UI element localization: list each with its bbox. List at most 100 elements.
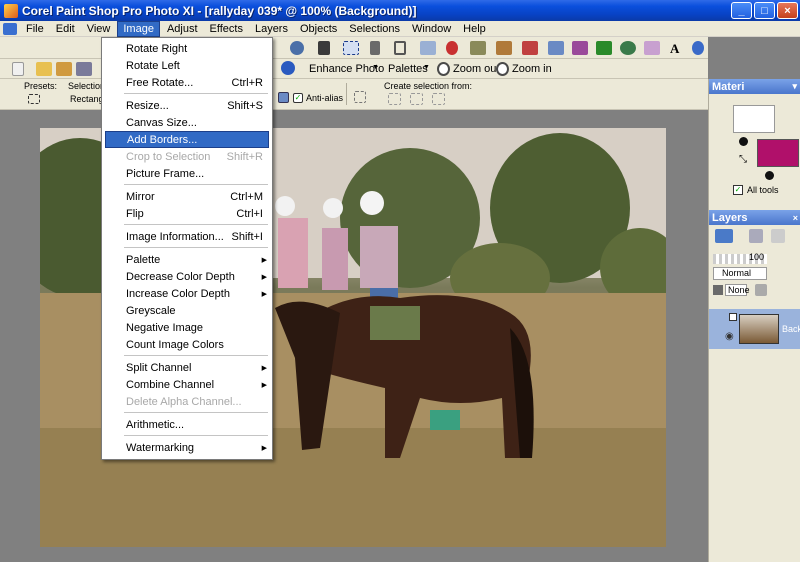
image-menu-item-rotate-right[interactable]: Rotate Right [105, 40, 269, 57]
menu-image[interactable]: Image [117, 20, 160, 37]
image-menu-item-arithmetic[interactable]: Arithmetic... [105, 416, 269, 433]
menu-edit[interactable]: Edit [51, 22, 80, 36]
crop-tool-icon[interactable] [394, 41, 406, 55]
image-menu-item-delete-alpha-channel[interactable]: Delete Alpha Channel... [105, 393, 269, 410]
layer-row-background[interactable]: ◉ Backg [709, 309, 800, 349]
image-menu-item-increase-color-depth[interactable]: Increase Color Depth ▶ [105, 285, 269, 302]
selection-tool-icon[interactable] [343, 41, 359, 55]
image-menu-item-picture-frame[interactable]: Picture Frame... [105, 165, 269, 182]
replacer-tool-icon[interactable] [596, 41, 612, 55]
zoom-out-icon[interactable] [437, 62, 450, 76]
maximize-button[interactable]: □ [754, 2, 775, 19]
chevron-down-icon[interactable] [278, 92, 289, 103]
save-icon[interactable] [76, 62, 92, 76]
brush-tool-icon[interactable] [496, 41, 512, 55]
pan-tool-icon[interactable] [290, 41, 304, 55]
menu-selections[interactable]: Selections [344, 22, 405, 36]
eye-icon[interactable]: ◉ [725, 331, 734, 342]
from-vector-icon[interactable] [388, 93, 401, 105]
menu-window[interactable]: Window [407, 22, 456, 36]
panel-menu-icon[interactable]: ▾ [792, 81, 797, 92]
zoom-in-button[interactable]: Zoom in [512, 63, 552, 75]
image-menu-item-free-rotate[interactable]: Free Rotate... Ctrl+R [105, 74, 269, 91]
minimize-button[interactable]: _ [731, 2, 752, 19]
menu-view[interactable]: View [82, 22, 116, 36]
eraser-tool-icon[interactable] [644, 41, 660, 55]
image-menu-item-add-borders[interactable]: Add Borders... [105, 131, 269, 148]
app-icon[interactable] [4, 3, 18, 18]
toolbar-divider [346, 83, 347, 105]
fill-tool-icon[interactable] [620, 41, 636, 55]
presets-dropdown[interactable] [28, 94, 40, 104]
from-mask-icon[interactable] [410, 93, 423, 105]
blend-mode-select[interactable]: Normal [713, 267, 767, 280]
image-menu-item-combine-channel[interactable]: Combine Channel ▶ [105, 376, 269, 393]
color-mode-icon[interactable] [739, 137, 748, 146]
layer-props-icon[interactable] [749, 229, 763, 243]
menu-help[interactable]: Help [458, 22, 491, 36]
new-layer-icon[interactable] [715, 229, 733, 243]
swap-colors-icon[interactable]: ⤡ [739, 154, 747, 165]
lighten-darken-icon[interactable] [572, 41, 588, 55]
image-menu-item-resize[interactable]: Resize... Shift+S [105, 97, 269, 114]
straighten-tool-icon[interactable] [420, 41, 436, 55]
zoom-out-button[interactable]: Zoom out [453, 63, 499, 75]
open-file-icon[interactable] [36, 62, 52, 76]
lock-icon[interactable] [755, 284, 767, 296]
image-menu-item-rotate-left[interactable]: Rotate Left [105, 57, 269, 74]
image-menu-item-negative-image[interactable]: Negative Image [105, 319, 269, 336]
palettes-button[interactable]: Palettes [388, 63, 428, 75]
image-menu-item-decrease-color-depth[interactable]: Decrease Color Depth ▶ [105, 268, 269, 285]
image-menu: Rotate Right Rotate Left Free Rotate... Ctr… [101, 37, 273, 460]
makeover-tool-icon[interactable] [470, 41, 486, 55]
opacity-value[interactable]: 100 [749, 252, 764, 262]
layer-thumbnail [739, 314, 779, 344]
info-icon[interactable] [281, 61, 295, 75]
image-menu-item-mirror[interactable]: Mirror Ctrl+M [105, 188, 269, 205]
menu-item-label: Resize... [126, 99, 169, 112]
background-swatch[interactable] [757, 139, 799, 167]
menu-item-label: Arithmetic... [126, 418, 185, 431]
dropper-tool-icon[interactable] [370, 41, 380, 55]
eyedropper-icon [713, 285, 723, 295]
from-layer-icon[interactable] [432, 93, 445, 105]
menu-adjust[interactable]: Adjust [162, 22, 203, 36]
scratch-remover-icon[interactable] [548, 41, 564, 55]
new-file-icon[interactable] [12, 62, 24, 76]
browse-icon[interactable] [56, 62, 72, 76]
blend-ranges-select[interactable]: None [725, 284, 750, 296]
menu-layers[interactable]: Layers [250, 22, 293, 36]
red-eye-tool-icon[interactable] [446, 41, 458, 55]
select-none-icon[interactable] [354, 91, 366, 103]
layers-panel-title: Layers × [709, 210, 800, 225]
text-tool-icon[interactable]: A [670, 41, 679, 57]
delete-layer-icon[interactable] [771, 229, 785, 243]
image-menu-item-count-image-colors[interactable]: Count Image Colors [105, 336, 269, 353]
menu-objects[interactable]: Objects [295, 22, 342, 36]
image-menu-item-canvas-size[interactable]: Canvas Size... [105, 114, 269, 131]
menu-file[interactable]: File [21, 22, 49, 36]
image-menu-item-greyscale[interactable]: Greyscale [105, 302, 269, 319]
clone-tool-icon[interactable] [522, 41, 538, 55]
pick-tool-icon[interactable] [318, 41, 330, 55]
anti-alias-checkbox[interactable]: ✓ [293, 93, 303, 103]
menu-item-label: Rotate Right [126, 42, 188, 55]
menu-item-label: Picture Frame... [126, 167, 205, 180]
all-tools-checkbox[interactable]: ✓ [733, 185, 743, 195]
image-menu-item-crop-to-selection[interactable]: Crop to Selection Shift+R [105, 148, 269, 165]
close-button[interactable]: × [777, 2, 798, 19]
zoom-in-icon[interactable] [496, 62, 509, 76]
image-menu-item-split-channel[interactable]: Split Channel ▶ [105, 359, 269, 376]
image-menu-item-image-information[interactable]: Image Information... Shift+I [105, 228, 269, 245]
image-menu-item-palette[interactable]: Palette ▶ [105, 251, 269, 268]
image-menu-item-flip[interactable]: Flip Ctrl+I [105, 205, 269, 222]
foreground-swatch[interactable] [733, 105, 775, 133]
document-icon[interactable] [3, 22, 17, 35]
close-icon[interactable]: × [793, 213, 798, 223]
image-menu-item-watermarking[interactable]: Watermarking ▶ [105, 439, 269, 456]
menu-separator [124, 355, 268, 356]
menu-effects[interactable]: Effects [205, 22, 248, 36]
layer-group-icon[interactable] [729, 313, 737, 321]
preset-shape-icon[interactable] [692, 41, 704, 55]
color-mode-icon[interactable] [765, 171, 774, 180]
